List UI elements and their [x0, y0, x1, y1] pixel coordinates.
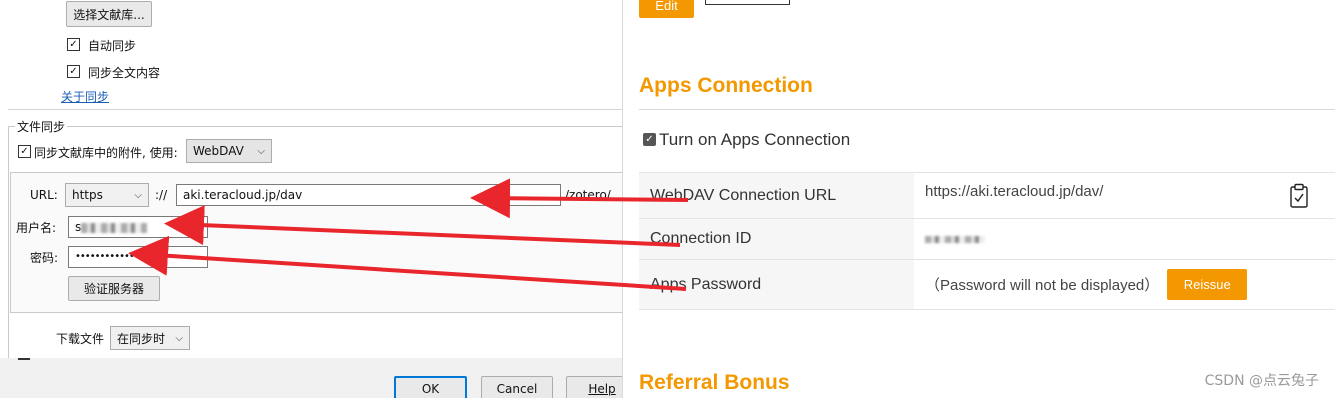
chevron-down-icon: ⌵ [175, 332, 183, 344]
file-sync-group-title: 文件同步 [15, 118, 68, 135]
zotero-sync-preferences: 选择文献库... ✓ 自动同步 ✓ 同步全文内容 关于同步 文件同步 ✓ 同步文… [0, 0, 623, 398]
webdav-url-label: WebDAV Connection URL [639, 173, 914, 218]
partial-checkbox-edge [18, 358, 30, 360]
referral-bonus-heading: Referral Bonus [639, 371, 790, 394]
protocol-separator: :// [155, 188, 168, 202]
url-input[interactable]: aki.teracloud.jp/dav [176, 184, 561, 206]
download-mode-select[interactable]: 在同步时 ⌵ [110, 326, 190, 350]
sync-method-select[interactable]: WebDAV ⌵ [186, 139, 272, 163]
auto-sync-label: 自动同步 [88, 39, 137, 53]
sync-fulltext-label: 同步全文内容 [88, 66, 161, 80]
apps-password-value: （Password will not be displayed） Reissue [914, 260, 1335, 309]
apps-connection-heading: Apps Connection [639, 74, 813, 97]
cancel-button[interactable]: Cancel [481, 376, 553, 398]
sync-fulltext-checkbox[interactable]: ✓ [67, 65, 80, 78]
help-button[interactable]: Help [566, 376, 622, 398]
username-input[interactable]: s [68, 216, 208, 238]
url-label: URL: [30, 188, 58, 202]
password-input[interactable]: •••••••••••••••• [68, 246, 208, 268]
apps-password-label: Apps Password [639, 260, 914, 309]
sync-method-value: WebDAV [193, 144, 244, 158]
download-mode-value: 在同步时 [117, 331, 166, 346]
sync-attachments-checkbox[interactable]: ✓ [18, 145, 31, 158]
protocol-select[interactable]: https ⌵ [65, 183, 149, 207]
watermark: CSDN @点云兔子 [1204, 373, 1319, 389]
auto-sync-checkbox[interactable]: ✓ [67, 38, 80, 51]
verify-server-button[interactable]: 验证服务器 [68, 276, 160, 301]
ok-button[interactable]: OK [394, 376, 467, 398]
dialog-footer: OK Cancel Help [0, 358, 622, 398]
chevron-down-icon: ⌵ [134, 189, 142, 201]
username-label: 用户名: [16, 221, 57, 235]
teracloud-account-page: Edit Apps Connection ✓ Turn on Apps Conn… [624, 0, 1335, 398]
webdav-url-value: https://aki.teracloud.jp/dav/ [914, 173, 1335, 218]
divider [8, 109, 622, 110]
heading-divider [639, 109, 1335, 110]
help-button-label: Help [588, 382, 616, 396]
apps-connection-label: Turn on Apps Connection [659, 130, 851, 149]
redacted-text [81, 222, 148, 233]
sync-attachments-label: 同步文献库中的附件, 使用: [34, 146, 178, 160]
checkbox-checked-icon: ✓ [69, 66, 78, 77]
table-row: WebDAV Connection URL https://aki.teracl… [639, 173, 1335, 219]
clipboard-copy-icon[interactable] [1289, 183, 1309, 209]
table-row: Apps Password （Password will not be disp… [639, 260, 1335, 310]
url-suffix: /zotero/ [565, 188, 611, 202]
checkbox-checked-icon: ✓ [20, 146, 29, 157]
apps-password-note: （Password will not be displayed） [925, 277, 1160, 294]
download-files-label: 下载文件 [56, 332, 105, 346]
connection-info-table: WebDAV Connection URL https://aki.teracl… [639, 172, 1335, 310]
password-label: 密码: [30, 251, 59, 265]
connection-id-value [914, 219, 1335, 259]
about-sync-link[interactable]: 关于同步 [61, 88, 109, 105]
choose-library-button[interactable]: 选择文献库... [66, 1, 152, 27]
checkbox-checked-icon: ✓ [69, 39, 78, 50]
chevron-down-icon: ⌵ [257, 145, 265, 157]
checkbox-checked-icon: ✓ [645, 134, 654, 145]
redacted-text [925, 235, 985, 243]
edit-button[interactable]: Edit [639, 0, 694, 18]
connection-id-label: Connection ID [639, 219, 914, 259]
reissue-button[interactable]: Reissue [1167, 269, 1248, 300]
table-row: Connection ID [639, 219, 1335, 260]
partial-field [705, 0, 790, 5]
webdav-url-text: https://aki.teracloud.jp/dav/ [925, 183, 1104, 200]
protocol-value: https [72, 188, 103, 202]
apps-connection-checkbox[interactable]: ✓ [643, 133, 656, 146]
